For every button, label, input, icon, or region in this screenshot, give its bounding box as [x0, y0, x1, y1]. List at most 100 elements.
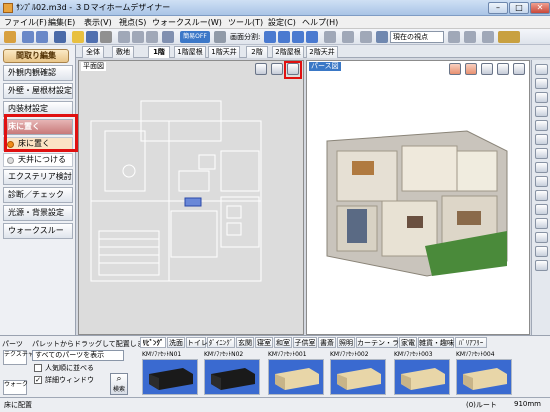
zoom-out-icon[interactable]: [146, 31, 158, 43]
split-horizontal-icon[interactable]: [292, 31, 304, 43]
nav-exterior-interior-check[interactable]: 外観内観確認: [3, 65, 73, 81]
cat-entrance[interactable]: 玄関: [236, 337, 254, 348]
nav-diagnosis-check[interactable]: 診断／チェック: [3, 187, 73, 203]
measure-icon[interactable]: [464, 31, 476, 43]
nav-walkthrough[interactable]: ウォークスルー: [3, 223, 73, 239]
viewpoint-select[interactable]: 現在の視点: [390, 31, 444, 43]
search-button[interactable]: ⌕ 検索: [110, 373, 128, 395]
right-tool-8-icon[interactable]: [535, 162, 548, 173]
cat-living[interactable]: ﾘﾋﾞﾝｸﾞ: [140, 337, 166, 348]
save-icon[interactable]: [86, 31, 98, 43]
split-single-icon[interactable]: [264, 31, 276, 43]
right-tool-3-icon[interactable]: [535, 92, 548, 103]
grid-icon[interactable]: [162, 31, 174, 43]
cat-study[interactable]: 書斎: [318, 337, 336, 348]
zoom-in-icon[interactable]: [132, 31, 144, 43]
cat-kids[interactable]: 子供室: [293, 337, 317, 348]
right-tool-13-icon[interactable]: [535, 232, 548, 243]
right-tool-4-icon[interactable]: [535, 106, 548, 117]
right-tool-14-icon[interactable]: [535, 246, 548, 257]
part-thumb-3[interactable]: [268, 359, 324, 395]
right-tool-12-icon[interactable]: [535, 218, 548, 229]
part-thumb-6[interactable]: [456, 359, 512, 395]
right-tool-2-icon[interactable]: [535, 78, 548, 89]
cat-washroom[interactable]: 洗面: [167, 337, 185, 348]
pencil-icon[interactable]: [4, 31, 16, 43]
menu-view[interactable]: 表示(V): [84, 17, 112, 28]
part-name-3: KMｿﾌｧｾｯﾄ001: [268, 351, 307, 358]
split-quad-icon[interactable]: [306, 31, 318, 43]
redo-icon[interactable]: [36, 31, 48, 43]
split-vertical-icon[interactable]: [278, 31, 290, 43]
floor-tab-all[interactable]: 全体: [82, 46, 104, 58]
floor-tab-2f-roof[interactable]: 2階屋根: [272, 46, 304, 58]
light-icon[interactable]: [360, 31, 372, 43]
cat-goods-hobby[interactable]: 雑貨・趣味: [418, 337, 454, 348]
cat-barrier-free[interactable]: ﾊﾞﾘｱﾌﾘｰ: [455, 337, 487, 348]
print-icon[interactable]: [100, 31, 112, 43]
perspective-view[interactable]: パース図: [306, 60, 530, 335]
menu-edit[interactable]: 編集(E): [48, 17, 75, 28]
floor-tab-2f[interactable]: 2階: [246, 46, 268, 58]
zoom-fit-icon[interactable]: [118, 31, 130, 43]
right-tool-1-icon[interactable]: [535, 64, 548, 75]
nav-exterior-study[interactable]: エクステリア検討: [3, 169, 73, 185]
menu-walkthrough[interactable]: ウォークスルー(W): [152, 17, 222, 28]
right-tool-9-icon[interactable]: [535, 176, 548, 187]
cat-lighting[interactable]: 照明: [337, 337, 355, 348]
layout-icon[interactable]: [214, 31, 226, 43]
settings-icon[interactable]: [482, 31, 494, 43]
floor-tab-1f-ceiling[interactable]: 1階天井: [208, 46, 240, 58]
right-tool-7-icon[interactable]: [535, 148, 548, 159]
camera-icon[interactable]: [324, 31, 336, 43]
help-icon[interactable]: [498, 31, 520, 43]
viewpoint-icon[interactable]: [376, 31, 388, 43]
floor-tab-1f-roof[interactable]: 1階屋根: [174, 46, 206, 58]
part-name-2: KMｿﾌｧｾｯﾄN02: [204, 351, 244, 358]
cat-toilet[interactable]: トイレ: [186, 337, 208, 348]
minimize-button[interactable]: –: [488, 2, 508, 14]
category-tabs: ﾘﾋﾞﾝｸﾞ 洗面 トイレ ﾀﾞｲﾆﾝｸﾞ 玄関 寝室 和室 子供室 書斎 照明…: [136, 336, 550, 349]
detail-window-checkbox[interactable]: ✓: [34, 376, 42, 384]
menu-file[interactable]: ファイル(F): [4, 17, 47, 28]
menu-settings[interactable]: 設定(C): [268, 17, 296, 28]
cat-dining[interactable]: ﾀﾞｲﾆﾝｸﾞ: [207, 337, 235, 348]
right-tool-5-icon[interactable]: [535, 120, 548, 131]
close-button[interactable]: ✕: [530, 2, 550, 14]
nav-wall-roof-material[interactable]: 外壁・屋根材設定: [3, 83, 73, 99]
viewpoint-add-icon[interactable]: [448, 31, 460, 43]
floor-tab-2f-ceiling[interactable]: 2階天井: [306, 46, 338, 58]
cat-japanese[interactable]: 和室: [274, 337, 292, 348]
plan-view[interactable]: 平面図: [78, 60, 304, 335]
part-thumb-2[interactable]: [204, 359, 260, 395]
texture-tab[interactable]: テクスチャ: [3, 350, 34, 365]
right-tool-10-icon[interactable]: [535, 190, 548, 201]
menu-help[interactable]: ヘルプ(H): [302, 17, 338, 28]
part-thumb-1[interactable]: [142, 359, 198, 395]
right-tool-6-icon[interactable]: [535, 134, 548, 145]
cat-appliance[interactable]: 家電: [399, 337, 417, 348]
open-icon[interactable]: [72, 31, 84, 43]
menu-tools[interactable]: ツール(T): [228, 17, 263, 28]
sub-attach-ceiling[interactable]: 天井につける: [3, 153, 73, 167]
part-thumb-5[interactable]: [394, 359, 450, 395]
cat-bedroom[interactable]: 寝室: [255, 337, 273, 348]
part-thumb-4[interactable]: [330, 359, 386, 395]
simple-mode-toggle[interactable]: 簡易OFF: [180, 31, 210, 43]
parts-filter-select[interactable]: すべてのパーツを表示: [32, 350, 124, 361]
walk-tab[interactable]: ウォーク: [3, 380, 28, 395]
right-toolbar: [531, 60, 550, 335]
popular-order-checkbox[interactable]: [34, 364, 42, 372]
nav-light-background[interactable]: 光源・背景設定: [3, 205, 73, 221]
render-icon[interactable]: [342, 31, 354, 43]
maximize-button[interactable]: □: [509, 2, 529, 14]
cat-curtain-rug[interactable]: カーテン・ラグ: [356, 337, 406, 348]
undo-icon[interactable]: [22, 31, 34, 43]
arrow-icon[interactable]: [54, 31, 66, 43]
right-tool-11-icon[interactable]: [535, 204, 548, 215]
floor-tab-1f[interactable]: 1階: [148, 46, 170, 58]
menu-viewpoint[interactable]: 視点(S): [119, 17, 146, 28]
floor-tab-site[interactable]: 敷地: [112, 46, 134, 58]
panel-tab-layout-edit[interactable]: 間取り編集: [3, 49, 69, 63]
right-tool-15-icon[interactable]: [535, 260, 548, 271]
